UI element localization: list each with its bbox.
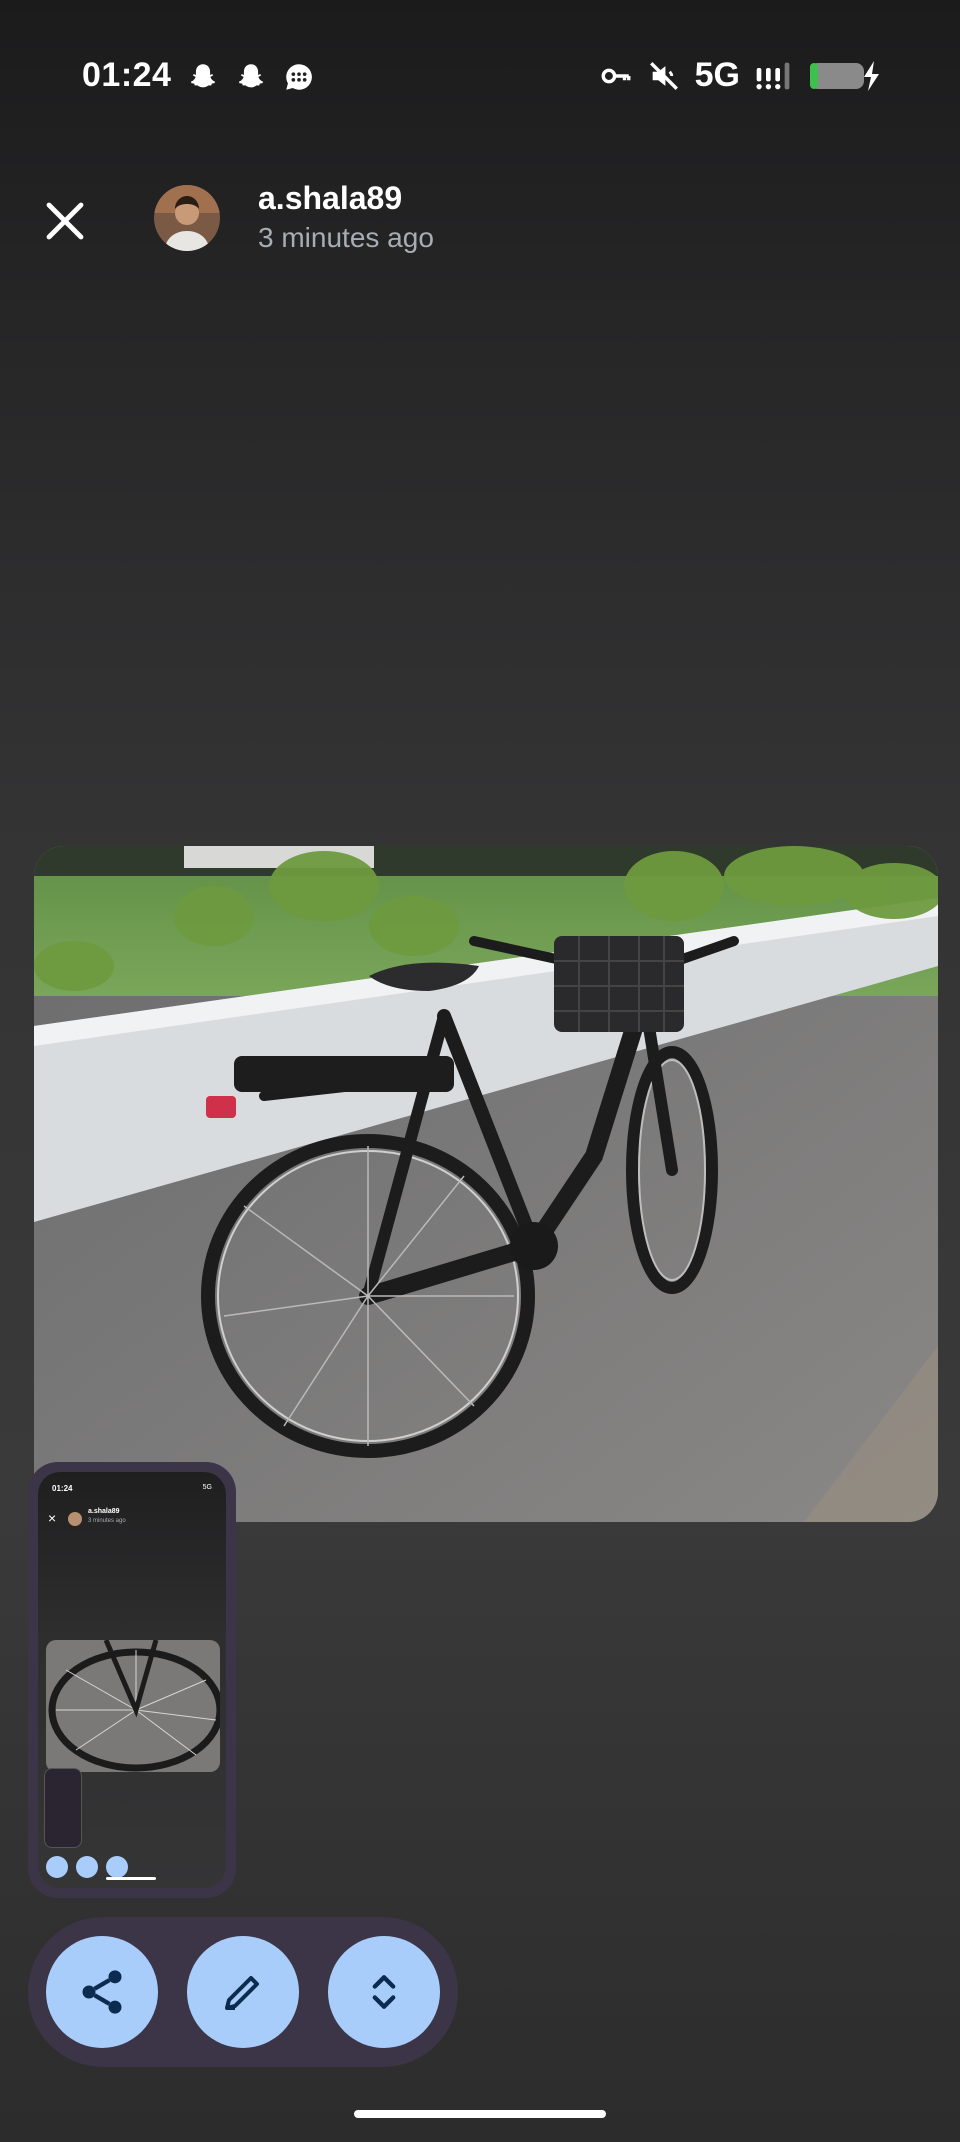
- username[interactable]: a.shala89: [258, 180, 402, 217]
- preview-username: a.shala89: [88, 1508, 120, 1515]
- battery-charging-icon: [808, 59, 882, 93]
- vpn-key-icon: [599, 59, 633, 93]
- edit-button[interactable]: [187, 1936, 299, 2048]
- screenshot-preview-content: 01:24 5G × a.shala89 3 minutes ago: [38, 1472, 226, 1888]
- edit-icon: [225, 1976, 259, 2010]
- expand-button[interactable]: [328, 1936, 440, 2048]
- preview-home-indicator: [106, 1877, 156, 1880]
- post-timestamp: 3 minutes ago: [258, 222, 434, 253]
- mute-icon: [647, 59, 681, 93]
- share-button[interactable]: [46, 1936, 158, 2048]
- system-icons: 5G: [599, 56, 882, 95]
- preview-photo: [46, 1640, 220, 1772]
- expand-icon: [372, 1975, 396, 2009]
- close-icon: [46, 202, 84, 240]
- preview-timestamp: 3 minutes ago: [88, 1518, 126, 1524]
- network-label: 5G: [694, 56, 740, 94]
- photo-bicycle[interactable]: [34, 846, 938, 1522]
- preview-actions: [46, 1856, 128, 1878]
- snapchat-icon: [234, 60, 268, 99]
- status-bar: 01:24 5G: [0, 0, 960, 150]
- share-icon: [82, 1970, 122, 2014]
- signal-icon: [754, 59, 794, 93]
- avatar[interactable]: [154, 185, 220, 251]
- preview-avatar: [68, 1512, 82, 1526]
- screenshot-preview[interactable]: 01:24 5G × a.shala89 3 minutes ago: [28, 1462, 236, 1898]
- status-time: 01:24: [82, 56, 172, 94]
- preview-close-icon: ×: [48, 1510, 57, 1526]
- preview-nested-thumbnail: [44, 1768, 82, 1848]
- screenshot-actions: [28, 1917, 458, 2067]
- notification-icons: [186, 60, 316, 99]
- messages-icon: [282, 60, 316, 99]
- preview-network: 5G: [202, 1484, 212, 1491]
- viewer-header: a.shala89 3 minutes ago: [0, 170, 960, 270]
- preview-time: 01:24: [52, 1484, 73, 1493]
- close-button[interactable]: [36, 192, 94, 250]
- home-indicator[interactable]: [354, 2110, 606, 2118]
- snapchat-icon: [186, 60, 220, 99]
